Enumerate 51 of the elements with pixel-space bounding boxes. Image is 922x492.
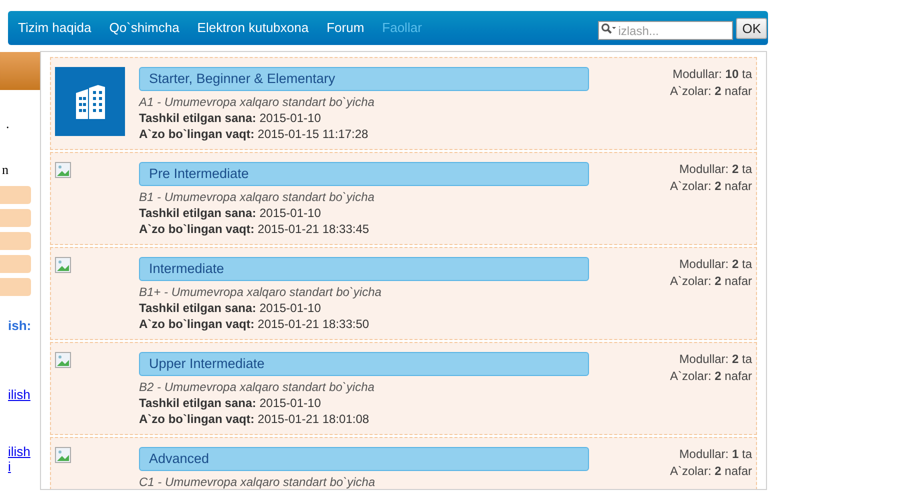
sidebar-button[interactable] bbox=[0, 186, 31, 204]
info-text: Tashkil etilgan sana: 2015-01-10 bbox=[139, 110, 322, 126]
stat-text: Modullar: 10 ta bbox=[672, 66, 752, 83]
standard-text: B1+ - Umumevropa xalqaro standart bo`yicha bbox=[139, 284, 382, 300]
standard-text: B1 - Umumevropa xalqaro standart bo`yicha bbox=[139, 189, 376, 205]
broken-image-icon bbox=[55, 257, 71, 273]
stat-text: Modullar: 2 ta bbox=[679, 351, 752, 368]
sidebar-button[interactable] bbox=[0, 278, 31, 296]
stat-text: A`zolar: 2 nafar bbox=[670, 273, 752, 290]
nav-link[interactable]: Tizim haqida bbox=[18, 18, 92, 38]
stat-text: Modullar: 2 ta bbox=[679, 161, 752, 178]
info-text: A`zo bo`lingan vaqt: 2015-01-21 18:33:50 bbox=[139, 316, 370, 332]
stat-text: A`zolar: 2 nafar bbox=[670, 368, 752, 385]
sidebar-link[interactable]: i bbox=[0, 459, 11, 474]
sidebar-text: . bbox=[5, 116, 10, 132]
standard-text: B2 - Umumevropa xalqaro standart bo`yicha bbox=[139, 379, 376, 395]
ok-button[interactable]: OK bbox=[736, 18, 767, 38]
nav-link[interactable]: Elektron kutubxona bbox=[197, 18, 309, 38]
sidebar-button[interactable] bbox=[0, 255, 31, 273]
group-title[interactable]: Intermediate bbox=[139, 257, 589, 281]
stat-text: A`zolar: 2 nafar bbox=[670, 83, 752, 100]
nav-link[interactable]: Qo`shimcha bbox=[109, 18, 180, 38]
stat-text: Modullar: 1 ta bbox=[679, 446, 752, 463]
info-text: A`zo bo`lingan vaqt: 2015-01-15 11:17:28 bbox=[139, 126, 370, 142]
stat-text: A`zolar: 2 nafar bbox=[670, 463, 752, 480]
sidebar-button[interactable] bbox=[0, 209, 31, 227]
standard-text: A1 - Umumevropa xalqaro standart bo`yicha bbox=[139, 94, 376, 110]
broken-image-icon bbox=[55, 352, 71, 368]
group-title[interactable]: Advanced bbox=[139, 447, 589, 471]
stat-text: A`zolar: 2 nafar bbox=[670, 178, 752, 195]
stat-text: Modullar: 2 ta bbox=[679, 256, 752, 273]
info-text: A`zo bo`lingan vaqt: 2015-01-21 18:01:08 bbox=[139, 411, 370, 427]
nav-link[interactable]: Forum bbox=[326, 18, 364, 38]
sidebar-button[interactable] bbox=[0, 232, 31, 250]
building-icon bbox=[55, 67, 125, 136]
info-text: A`zo bo`lingan vaqt: 2015-01-21 18:33:45 bbox=[139, 221, 370, 237]
sidebar-header bbox=[0, 52, 40, 90]
group-title[interactable]: Upper Intermediate bbox=[139, 352, 589, 376]
info-text: Tashkil etilgan sana: 2015-01-10 bbox=[139, 300, 322, 316]
group-title[interactable]: Pre Intermediate bbox=[139, 162, 589, 186]
search-field[interactable]: izlash... bbox=[598, 21, 734, 40]
sidebar-heading: ish: bbox=[7, 318, 32, 333]
sidebar-text: n bbox=[1, 162, 10, 178]
info-text: Tashkil etilgan sana: 2015-01-10 bbox=[139, 395, 322, 411]
group-title[interactable]: Starter, Beginner & Elementary bbox=[139, 67, 589, 91]
broken-image-icon bbox=[55, 447, 71, 463]
standard-text: C1 - Umumevropa xalqaro standart bo`yicha bbox=[139, 474, 376, 489]
broken-image-icon bbox=[55, 162, 71, 178]
sidebar-link[interactable]: ilish bbox=[0, 387, 30, 402]
info-text: Tashkil etilgan sana: 2015-01-10 bbox=[139, 205, 322, 221]
sidebar-link[interactable]: ilish bbox=[0, 444, 30, 459]
